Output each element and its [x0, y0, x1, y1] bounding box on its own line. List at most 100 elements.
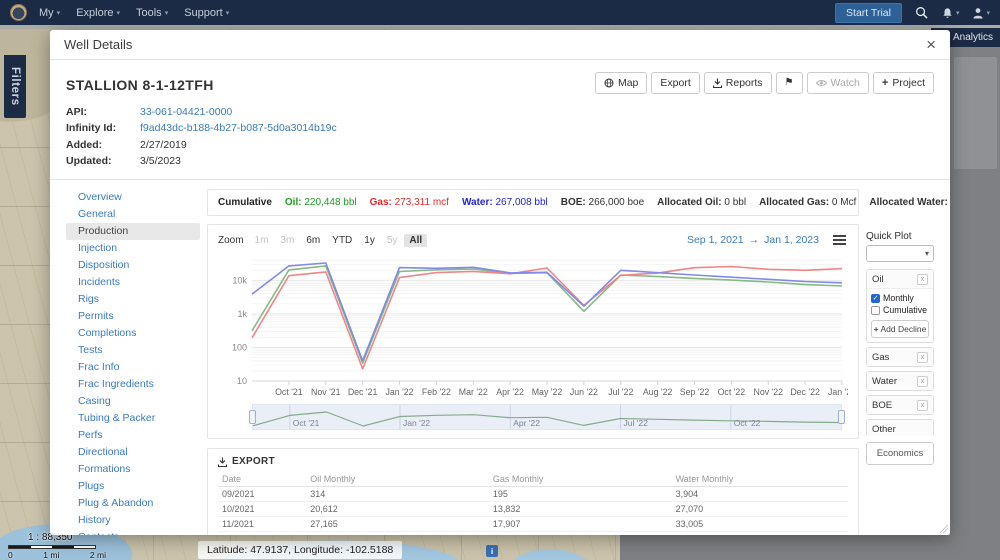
svg-text:Mar '22: Mar '22: [459, 387, 488, 397]
map-button[interactable]: Map: [594, 72, 648, 94]
page-top-strip: [0, 25, 1000, 29]
sidebar-item-incidents[interactable]: Incidents: [66, 274, 200, 291]
sidebar-item-general[interactable]: General: [66, 206, 200, 223]
close-icon[interactable]: x: [917, 273, 928, 285]
filters-tab[interactable]: Filters: [4, 55, 26, 118]
sidebar-item-disposition[interactable]: Disposition: [66, 257, 200, 274]
card-title: Oil: [872, 273, 884, 285]
quickplot-card-header-boe[interactable]: BOE x: [867, 396, 933, 415]
zoom-6m-button[interactable]: 6m: [301, 234, 325, 247]
hamburger-icon[interactable]: [831, 233, 848, 247]
sidebar-item-perfs[interactable]: Perfs: [66, 427, 200, 444]
info-row-updated: Updated: 3/5/2023: [66, 153, 934, 169]
quickplot-card-header-oil[interactable]: Oil x: [867, 270, 933, 289]
quickplot-card-header-gas[interactable]: Gas x: [867, 348, 933, 367]
svg-text:1k: 1k: [237, 309, 247, 319]
table-cell: 40: [671, 531, 848, 535]
option-monthly: ✓ Monthly: [871, 293, 929, 303]
export-label: EXPORT: [232, 456, 275, 468]
info-row-infinity-id: Infinity Id: f9ad43dc-b188-4b27-b087-5d0…: [66, 120, 934, 136]
export-button[interactable]: EXPORT: [218, 456, 848, 467]
download-icon: [712, 78, 722, 88]
search-icon[interactable]: [915, 6, 928, 19]
modal-resize-handle[interactable]: [940, 525, 948, 533]
stat-allocated-gas: Allocated Gas: 0 Mcf: [759, 197, 857, 209]
quickplot-card-header-other[interactable]: Other: [867, 420, 933, 436]
chevron-down-icon: ▾: [924, 249, 929, 259]
close-icon[interactable]: x: [917, 351, 928, 363]
app-logo-icon[interactable]: [10, 4, 27, 21]
nav-menu-my[interactable]: My ▾: [39, 7, 60, 19]
column-header-date: Date: [218, 472, 307, 488]
info-value[interactable]: 33-061-04421-0000: [140, 104, 232, 120]
economics-button[interactable]: Economics: [866, 442, 934, 466]
stat-boe: BOE: 266,000 boe: [560, 197, 645, 209]
zoom-ytd-button[interactable]: YTD: [327, 234, 357, 247]
quick-plot-panel: Quick Plot ▾ Oil x ✓ Monthly Cumulative + A…: [866, 231, 934, 535]
sidebar-item-frac-info[interactable]: Frac Info: [66, 359, 200, 376]
user-account-icon[interactable]: ▾: [972, 7, 990, 19]
zoom-button-group: Zoom 1m 3m 6m YTD 1y 5y All: [218, 233, 428, 247]
info-value[interactable]: f9ad43dc-b188-4b27-b087-5d0a3014b19c: [140, 120, 337, 136]
download-icon: [218, 457, 227, 467]
close-icon[interactable]: ×: [926, 36, 936, 53]
zoom-all-button[interactable]: All: [404, 233, 428, 247]
sidebar-item-plug-abandon[interactable]: Plug & Abandon: [66, 495, 200, 512]
quick-plot-dropdown[interactable]: ▾: [866, 245, 934, 263]
sidebar-item-directional[interactable]: Directional: [66, 444, 200, 461]
sidebar-item-casing[interactable]: Casing: [66, 393, 200, 410]
sidebar-item-tests[interactable]: Tests: [66, 342, 200, 359]
zoom-3m-button: 3m: [280, 234, 295, 246]
zoom-1y-button[interactable]: 1y: [359, 234, 380, 247]
info-label: Infinity Id:: [66, 122, 117, 135]
sidebar-item-tubing-packer[interactable]: Tubing & Packer: [66, 410, 200, 427]
navigator-right-handle[interactable]: [838, 410, 845, 425]
notifications-bell-icon[interactable]: ▾: [941, 7, 959, 19]
quickplot-card-header-water[interactable]: Water x: [867, 372, 933, 391]
close-icon[interactable]: x: [917, 375, 928, 387]
flag-button[interactable]: ⚑: [775, 72, 803, 94]
checkbox-cumulative[interactable]: [871, 305, 880, 315]
button-label: Project: [892, 77, 925, 89]
card-title: Water: [872, 375, 897, 387]
nav-menu-explore[interactable]: Explore ▾: [76, 7, 120, 19]
sidebar-item-formations[interactable]: Formations: [66, 461, 200, 478]
sidebar-item-production[interactable]: Production: [66, 223, 200, 241]
production-data-table: Date Oil Monthly Gas Monthly Water Monthly …: [218, 472, 848, 535]
navigator-left-handle[interactable]: [249, 410, 256, 425]
chart-navigator[interactable]: Oct '21 Jan '22 Apr '22 Jul '22 Oct '22: [249, 404, 845, 431]
checkbox-monthly[interactable]: ✓: [871, 293, 880, 303]
sidebar-item-rigs[interactable]: Rigs: [66, 291, 200, 308]
svg-text:Feb '22: Feb '22: [422, 387, 451, 397]
cumulative-label: Cumulative: [218, 197, 272, 209]
map-scale-tick: 1 mi: [43, 550, 60, 560]
export-button[interactable]: Export: [651, 72, 700, 94]
quickplot-card-other: Other: [866, 419, 934, 436]
reports-button[interactable]: Reports: [703, 72, 772, 94]
sidebar-item-overview[interactable]: Overview: [66, 189, 200, 206]
sidebar-item-history[interactable]: History: [66, 512, 200, 529]
close-icon[interactable]: x: [917, 399, 928, 411]
add-decline-button[interactable]: + Add Decline: [871, 320, 929, 339]
button-label: Reports: [725, 77, 763, 89]
nav-menu-tools[interactable]: Tools ▾: [136, 7, 168, 19]
project-button[interactable]: + Project: [872, 72, 934, 94]
table-cell: 10/2021: [218, 501, 307, 518]
modal-content: Overview General Production Injection Dispos…: [66, 180, 948, 535]
plus-icon: +: [873, 324, 879, 335]
sidebar-item-contacts[interactable]: Contacts: [66, 529, 200, 535]
svg-text:Nov '21: Nov '21: [311, 387, 341, 397]
sidebar-item-injection[interactable]: Injection: [66, 240, 200, 257]
start-trial-button[interactable]: Start Trial: [835, 2, 902, 23]
map-info-button[interactable]: i: [486, 545, 498, 557]
analytics-tab-label: Analytics: [952, 32, 993, 43]
nav-menu-support[interactable]: Support ▾: [184, 7, 229, 19]
sidebar-item-completions[interactable]: Completions: [66, 325, 200, 342]
column-header-oil-monthly: Oil Monthly: [306, 472, 489, 488]
sidebar-item-frac-ingredients[interactable]: Frac Ingredients: [66, 376, 200, 393]
zoom-label: Zoom: [218, 234, 244, 246]
watch-button[interactable]: Watch: [806, 72, 869, 94]
button-label: Map: [617, 77, 639, 89]
sidebar-item-plugs[interactable]: Plugs: [66, 478, 200, 495]
sidebar-item-permits[interactable]: Permits: [66, 308, 200, 325]
